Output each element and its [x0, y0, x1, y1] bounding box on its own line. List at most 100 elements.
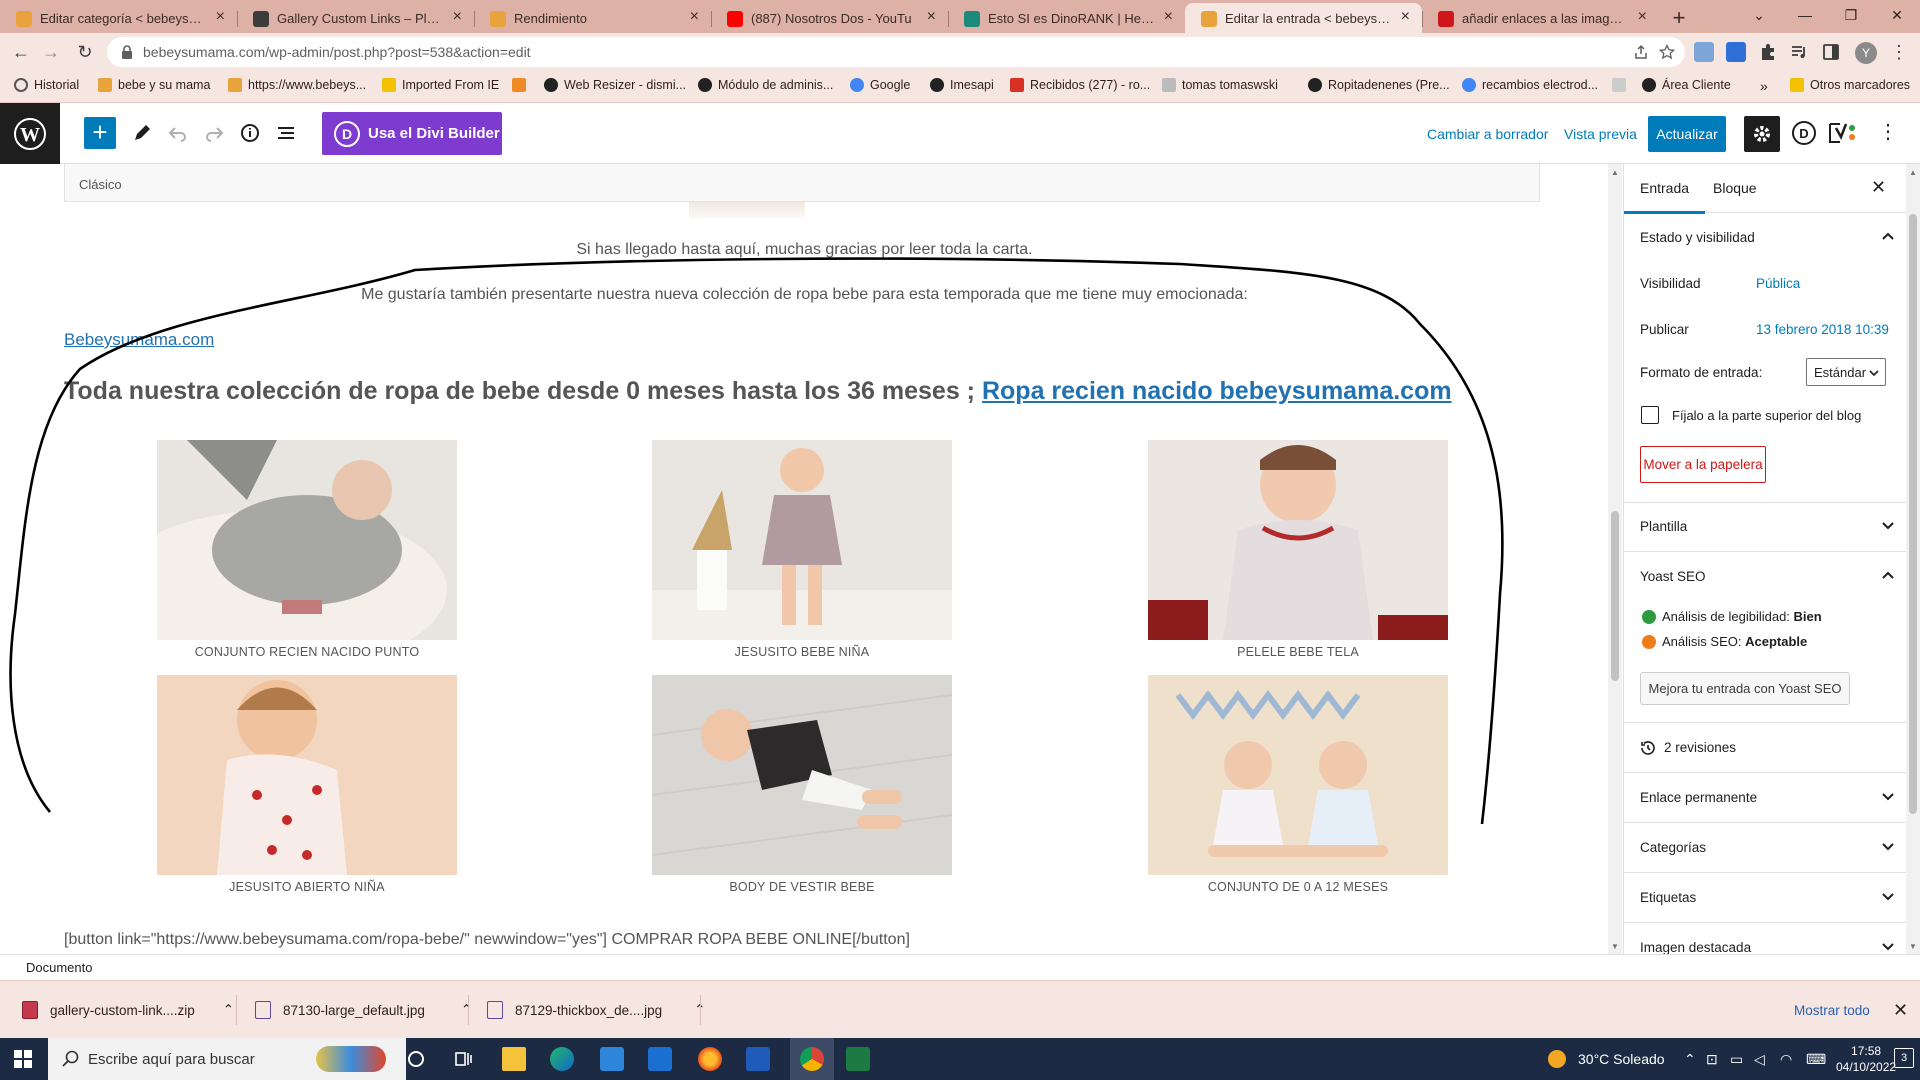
scroll-up-icon[interactable]: ▲ — [1611, 168, 1619, 177]
editor-scrollbar[interactable]: ▲ ▼ — [1608, 164, 1622, 954]
panel-permalink[interactable]: Enlace permanente — [1624, 773, 1920, 823]
clock[interactable]: 17:58 04/10/2022 — [1836, 1043, 1896, 1075]
divi-d-icon[interactable]: D — [1792, 121, 1816, 145]
improve-with-yoast-button[interactable]: Mejora tu entrada con Yoast SEO — [1640, 672, 1850, 705]
revisions-link[interactable]: 2 revisiones — [1624, 723, 1920, 773]
edge-icon[interactable] — [550, 1047, 574, 1071]
translate-icon[interactable] — [1726, 42, 1746, 62]
new-tab-button[interactable]: + — [1659, 3, 1699, 33]
bookmark[interactable]: Módulo de adminis... — [698, 78, 833, 92]
bookmark[interactable]: tomas tomaswski — [1162, 78, 1278, 92]
browser-tab-active[interactable]: Editar la entrada < bebeysuman × — [1185, 3, 1422, 33]
bookmark[interactable]: Recibidos (277) - ro... — [1010, 78, 1150, 92]
bookmark[interactable]: recambios electrod... — [1462, 78, 1598, 92]
preview-button[interactable]: Vista previa — [1564, 126, 1637, 142]
scroll-down-icon[interactable]: ▼ — [1909, 942, 1917, 951]
extension-icon[interactable] — [1694, 42, 1714, 62]
list-view-icon[interactable] — [274, 121, 298, 145]
other-bookmarks-folder[interactable]: Otros marcadores — [1790, 78, 1910, 92]
bookmark-folder[interactable]: Imported From IE — [382, 78, 499, 92]
address-bar[interactable]: bebeysumama.com/wp-admin/post.php?post=5… — [107, 37, 1685, 67]
share-icon[interactable] — [1633, 44, 1649, 60]
sidebar-scrollbar[interactable]: ▲ ▼ — [1906, 164, 1920, 954]
tab-post[interactable]: Entrada — [1624, 180, 1706, 214]
bookmark-star-icon[interactable] — [1659, 44, 1675, 60]
weather-text[interactable]: 30°C Soleado — [1578, 1051, 1665, 1067]
profile-avatar[interactable]: Y — [1855, 42, 1877, 64]
chevron-up-icon[interactable]: ⌃ — [461, 1002, 472, 1018]
bookmark[interactable]: Web Resizer - dismi... — [544, 78, 686, 92]
close-icon[interactable]: × — [1164, 9, 1173, 25]
keyboard-icon[interactable]: ⌨ — [1806, 1051, 1826, 1068]
word-icon[interactable] — [746, 1047, 770, 1071]
switch-to-draft-button[interactable]: Cambiar a borrador — [1427, 126, 1548, 142]
download-item[interactable]: 87129-thickbox_de....jpg⌃ — [487, 995, 705, 1025]
window-close-icon[interactable]: ✕ — [1874, 0, 1920, 30]
tab-search-icon[interactable]: ⌄ — [1736, 0, 1782, 30]
bookmark[interactable]: https://www.bebeys... — [228, 78, 366, 92]
scrollbar-thumb[interactable] — [1909, 214, 1917, 814]
panel-featured-image[interactable]: Imagen destacada — [1624, 923, 1920, 954]
cortana-icon[interactable] — [404, 1047, 428, 1071]
collection-heading[interactable]: Toda nuestra colección de ropa de bebe d… — [64, 377, 1452, 406]
bookmark[interactable]: Google — [850, 78, 910, 92]
sticky-checkbox[interactable] — [1641, 406, 1659, 424]
excel-icon[interactable] — [846, 1047, 870, 1071]
wordpress-logo-icon[interactable]: W — [0, 103, 60, 164]
tab-block[interactable]: Bloque — [1713, 180, 1757, 196]
heading-link[interactable]: Ropa recien nacido bebeysumama.com — [982, 377, 1452, 405]
close-icon[interactable]: × — [1401, 9, 1410, 25]
options-menu-icon[interactable]: ⋮ — [1878, 119, 1898, 144]
close-icon[interactable]: × — [453, 9, 462, 25]
visibility-value[interactable]: Pública — [1756, 276, 1800, 291]
gallery-image-6[interactable] — [1148, 675, 1448, 875]
browser-tab[interactable]: añadir enlaces a las imagenes d × — [1422, 3, 1659, 33]
close-icon[interactable]: × — [927, 9, 936, 25]
panel-template[interactable]: Plantilla — [1624, 502, 1920, 552]
restore-icon[interactable]: ❐ — [1828, 0, 1874, 30]
close-icon[interactable]: × — [690, 9, 699, 25]
publish-date[interactable]: 13 febrero 2018 10:39 — [1756, 322, 1889, 337]
panel-status-visibility[interactable]: Estado y visibilidad — [1624, 213, 1920, 263]
gallery-image-5[interactable] — [652, 675, 952, 875]
task-view-icon[interactable] — [452, 1047, 476, 1071]
puzzle-icon[interactable] — [1758, 42, 1778, 62]
store-icon[interactable] — [600, 1047, 624, 1071]
show-all-downloads-button[interactable]: Mostrar todo — [1794, 995, 1870, 1025]
taskbar-search-input[interactable]: Escribe aquí para buscar — [48, 1038, 406, 1080]
windows-start-icon[interactable] — [14, 1050, 32, 1068]
bookmark[interactable] — [512, 78, 526, 92]
close-icon[interactable]: ✕ — [1871, 177, 1886, 198]
bookmark[interactable] — [1612, 78, 1626, 92]
scroll-down-icon[interactable]: ▼ — [1611, 942, 1619, 951]
readability-analysis[interactable]: Análisis de legibilidad: Bien — [1662, 609, 1822, 624]
file-explorer-icon[interactable] — [502, 1047, 526, 1071]
download-item[interactable]: gallery-custom-link....zip ⌃ — [22, 995, 234, 1025]
browser-tab[interactable]: Esto SI es DinoRANK | Herramie × — [948, 3, 1185, 33]
gallery-image-1[interactable] — [157, 440, 457, 640]
site-link[interactable]: Bebeysumama.com — [64, 330, 214, 350]
pencil-tools-icon[interactable] — [130, 121, 154, 145]
network-icon[interactable]: ⊡ — [1706, 1051, 1718, 1068]
back-icon[interactable]: ← — [10, 41, 32, 63]
bookmark[interactable]: bebe y su mama — [98, 78, 210, 92]
move-to-trash-button[interactable]: Mover a la papelera — [1640, 446, 1766, 483]
firefox-icon[interactable] — [698, 1047, 722, 1071]
yoast-icon[interactable] — [1828, 120, 1858, 146]
reload-icon[interactable]: ↻ — [74, 41, 96, 63]
divi-builder-button[interactable]: D Usa el Divi Builder — [322, 112, 502, 155]
paragraph[interactable]: Si has llegado hasta aquí, muchas gracia… — [0, 241, 1609, 259]
browser-tab[interactable]: Rendimiento × — [474, 3, 711, 33]
browser-tab[interactable]: Gallery Custom Links – Plugin W × — [237, 3, 474, 33]
panel-tags[interactable]: Etiquetas — [1624, 873, 1920, 923]
mail-icon[interactable] — [648, 1047, 672, 1071]
bookmarks-overflow-button[interactable]: » — [1760, 78, 1768, 94]
volume-icon[interactable]: ◁ — [1754, 1051, 1765, 1068]
browser-tab[interactable]: (887) Nosotros Dos - YouTu × — [711, 3, 948, 33]
battery-icon[interactable]: ▭ — [1730, 1051, 1743, 1068]
breadcrumb-document[interactable]: Documento — [26, 960, 92, 975]
panel-yoast-seo[interactable]: Yoast SEO — [1624, 552, 1920, 602]
gallery-image-4[interactable] — [157, 675, 457, 875]
info-icon[interactable] — [238, 121, 262, 145]
bookmark[interactable]: Área Cliente — [1642, 78, 1731, 92]
